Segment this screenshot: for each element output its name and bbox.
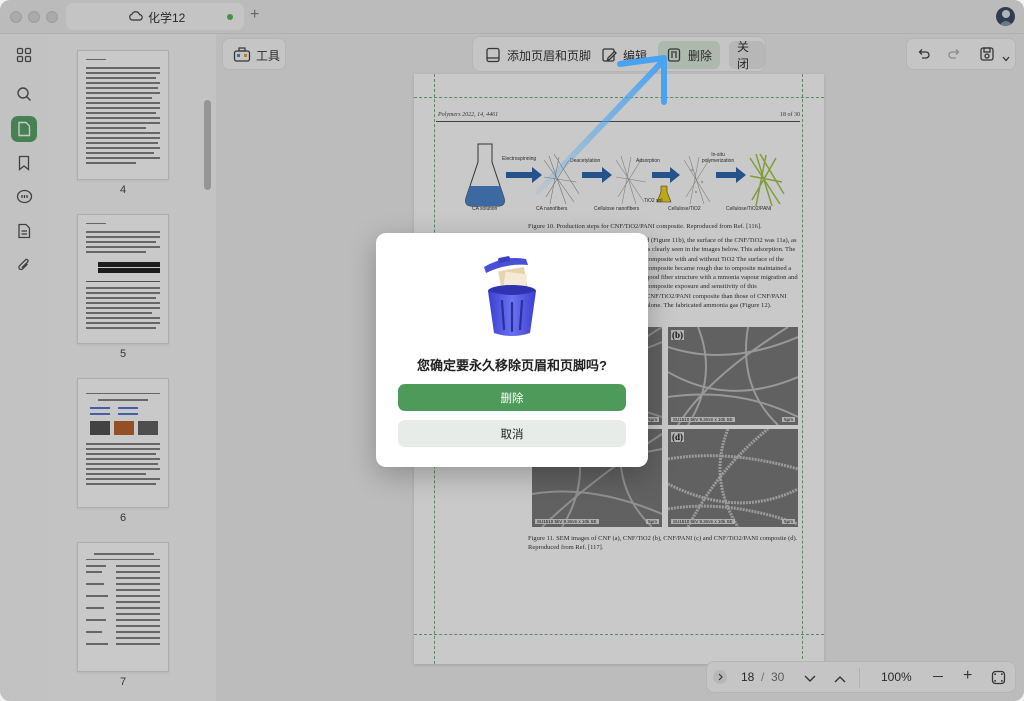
app-window: 化学12 + 4 5 6 7 工具 添加页眉和页脚 编辑 删除 关闭 Polym…	[0, 0, 1024, 701]
confirm-delete-button[interactable]: 删除	[398, 384, 626, 411]
dialog-message: 您确定要永久移除页眉和页脚吗?	[417, 358, 607, 373]
trash-icon	[480, 253, 544, 344]
confirm-remove-dialog: 您确定要永久移除页眉和页脚吗? 删除 取消	[376, 233, 648, 467]
cancel-button[interactable]: 取消	[398, 420, 626, 447]
